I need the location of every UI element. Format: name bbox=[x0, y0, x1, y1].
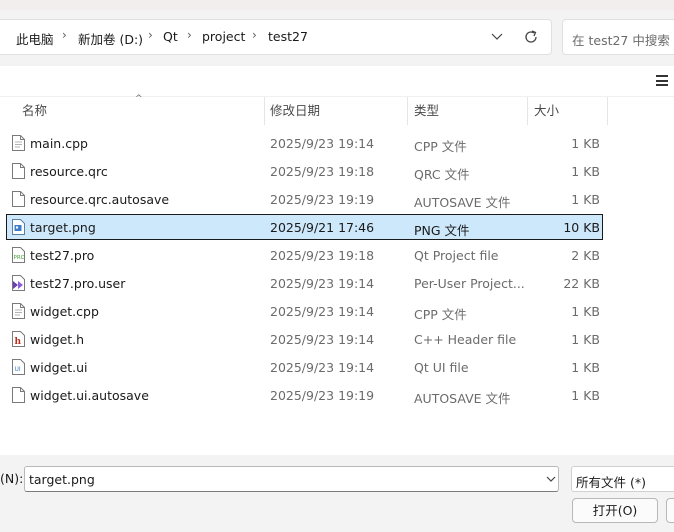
breadcrumb-separator-icon[interactable]: › bbox=[187, 28, 192, 42]
file-size: 1 KB bbox=[571, 164, 600, 179]
file-row[interactable]: UI widget.ui 2025/9/23 19:14 Qt UI file … bbox=[6, 354, 603, 380]
png-file-icon bbox=[12, 219, 25, 235]
breadcrumb-test27[interactable]: test27 bbox=[268, 29, 308, 44]
file-size: 2 KB bbox=[571, 248, 600, 263]
header-file-icon: h bbox=[12, 331, 25, 347]
file-type: CPP 文件 bbox=[414, 139, 467, 154]
file-modified: 2025/9/23 19:18 bbox=[270, 248, 375, 263]
column-header-row: ^ 名称 修改日期 类型 大小 bbox=[0, 94, 674, 125]
svg-text:PRO: PRO bbox=[14, 255, 26, 261]
breadcrumb-separator-icon[interactable]: › bbox=[62, 28, 67, 42]
cancel-button[interactable] bbox=[666, 498, 674, 523]
filename-value: target.png bbox=[29, 472, 95, 487]
file-name: test27.pro bbox=[30, 248, 95, 263]
column-divider[interactable] bbox=[607, 97, 608, 125]
file-modified: 2025/9/23 19:14 bbox=[270, 360, 375, 375]
breadcrumb-separator-icon[interactable]: › bbox=[148, 28, 153, 42]
breadcrumb-separator-icon[interactable]: › bbox=[252, 28, 257, 42]
file-type: PNG 文件 bbox=[414, 223, 470, 238]
qt-project-file-icon: PRO bbox=[12, 247, 25, 263]
file-row[interactable]: PRO test27.pro 2025/9/23 19:18 Qt Projec… bbox=[6, 242, 603, 268]
filter-value: 所有文件 (*) bbox=[576, 475, 646, 490]
file-size: 1 KB bbox=[571, 192, 600, 207]
file-size: 10 KB bbox=[563, 220, 600, 235]
file-row[interactable]: main.cpp 2025/9/23 19:14 CPP 文件 1 KB bbox=[6, 130, 603, 156]
file-modified: 2025/9/23 19:14 bbox=[270, 136, 375, 151]
file-type-filter[interactable]: 所有文件 (*) bbox=[571, 466, 674, 492]
cpp-file-icon bbox=[12, 135, 25, 151]
column-header-modified[interactable]: 修改日期 bbox=[264, 97, 408, 125]
file-size: 1 KB bbox=[571, 360, 600, 375]
search-placeholder: 在 test27 中搜索 bbox=[572, 33, 670, 48]
svg-text:UI: UI bbox=[15, 366, 21, 373]
file-modified: 2025/9/23 19:14 bbox=[270, 304, 375, 319]
file-size: 1 KB bbox=[571, 136, 600, 151]
file-type: QRC 文件 bbox=[414, 167, 470, 182]
breadcrumb-drive-d[interactable]: 新加卷 (D:) bbox=[78, 29, 143, 48]
file-name: widget.ui.autosave bbox=[30, 388, 149, 403]
file-type: AUTOSAVE 文件 bbox=[414, 195, 511, 210]
file-modified: 2025/9/21 17:46 bbox=[270, 220, 375, 235]
file-name: main.cpp bbox=[30, 136, 88, 151]
autosave-file-icon bbox=[12, 387, 25, 403]
file-modified: 2025/9/23 19:14 bbox=[270, 332, 375, 347]
file-name: target.png bbox=[30, 220, 96, 235]
filename-label: (N): bbox=[0, 471, 24, 486]
file-modified: 2025/9/23 19:19 bbox=[270, 388, 375, 403]
file-type: Per-User Project... bbox=[414, 276, 525, 291]
file-type: AUTOSAVE 文件 bbox=[414, 391, 511, 406]
breadcrumb-qt[interactable]: Qt bbox=[163, 29, 178, 44]
dialog-footer: (N): target.png 所有文件 (*) 打开(O) bbox=[0, 455, 674, 532]
file-type: Qt UI file bbox=[414, 360, 469, 375]
breadcrumb-project[interactable]: project bbox=[202, 29, 245, 44]
refresh-icon[interactable] bbox=[522, 28, 540, 46]
column-header-type[interactable]: 类型 bbox=[408, 97, 528, 125]
address-bar[interactable]: 此电脑 › 新加卷 (D:) › Qt › project › test27 bbox=[0, 19, 552, 55]
filename-input[interactable]: target.png bbox=[24, 466, 559, 492]
pro-user-file-icon bbox=[12, 275, 25, 291]
file-size: 1 KB bbox=[571, 388, 600, 403]
file-row-selected[interactable]: target.png 2025/9/21 17:46 PNG 文件 10 KB bbox=[6, 214, 603, 240]
file-name: resource.qrc bbox=[30, 164, 108, 179]
file-name: widget.cpp bbox=[30, 304, 99, 319]
file-modified: 2025/9/23 19:19 bbox=[270, 192, 375, 207]
file-type: CPP 文件 bbox=[414, 307, 467, 322]
file-row[interactable]: widget.ui.autosave 2025/9/23 19:19 AUTOS… bbox=[6, 382, 603, 408]
qrc-file-icon bbox=[12, 163, 25, 179]
file-row[interactable]: test27.pro.user 2025/9/23 19:14 Per-User… bbox=[6, 270, 603, 296]
file-row[interactable]: widget.cpp 2025/9/23 19:14 CPP 文件 1 KB bbox=[6, 298, 603, 324]
cpp-file-icon bbox=[12, 303, 25, 319]
window-top-strip bbox=[0, 0, 674, 10]
chevron-down-icon[interactable] bbox=[545, 472, 557, 486]
file-size: 1 KB bbox=[571, 304, 600, 319]
view-options-icon[interactable] bbox=[656, 75, 668, 86]
file-name: test27.pro.user bbox=[30, 276, 126, 291]
file-name: resource.qrc.autosave bbox=[30, 192, 170, 207]
column-header-name[interactable]: 名称 bbox=[16, 97, 264, 125]
file-row[interactable]: resource.qrc.autosave 2025/9/23 19:19 AU… bbox=[6, 186, 603, 212]
column-header-size[interactable]: 大小 bbox=[528, 97, 608, 125]
open-button[interactable]: 打开(O) bbox=[572, 498, 658, 523]
file-type: C++ Header file bbox=[414, 332, 517, 347]
file-type: Qt Project file bbox=[414, 248, 499, 263]
file-row[interactable]: h widget.h 2025/9/23 19:14 C++ Header fi… bbox=[6, 326, 603, 352]
file-modified: 2025/9/23 19:18 bbox=[270, 164, 375, 179]
chevron-down-icon[interactable] bbox=[490, 27, 504, 47]
file-modified: 2025/9/23 19:14 bbox=[270, 276, 375, 291]
file-row[interactable]: resource.qrc 2025/9/23 19:18 QRC 文件 1 KB bbox=[6, 158, 603, 184]
ui-file-icon: UI bbox=[12, 359, 25, 375]
file-name: widget.ui bbox=[30, 360, 88, 375]
svg-text:h: h bbox=[15, 337, 22, 347]
breadcrumb-this-pc[interactable]: 此电脑 bbox=[16, 29, 54, 48]
file-size: 22 KB bbox=[563, 276, 600, 291]
toolbar bbox=[0, 66, 674, 97]
autosave-file-icon bbox=[12, 191, 25, 207]
file-size: 1 KB bbox=[571, 332, 600, 347]
file-name: widget.h bbox=[30, 332, 85, 347]
search-input[interactable]: 在 test27 中搜索 bbox=[562, 19, 674, 55]
